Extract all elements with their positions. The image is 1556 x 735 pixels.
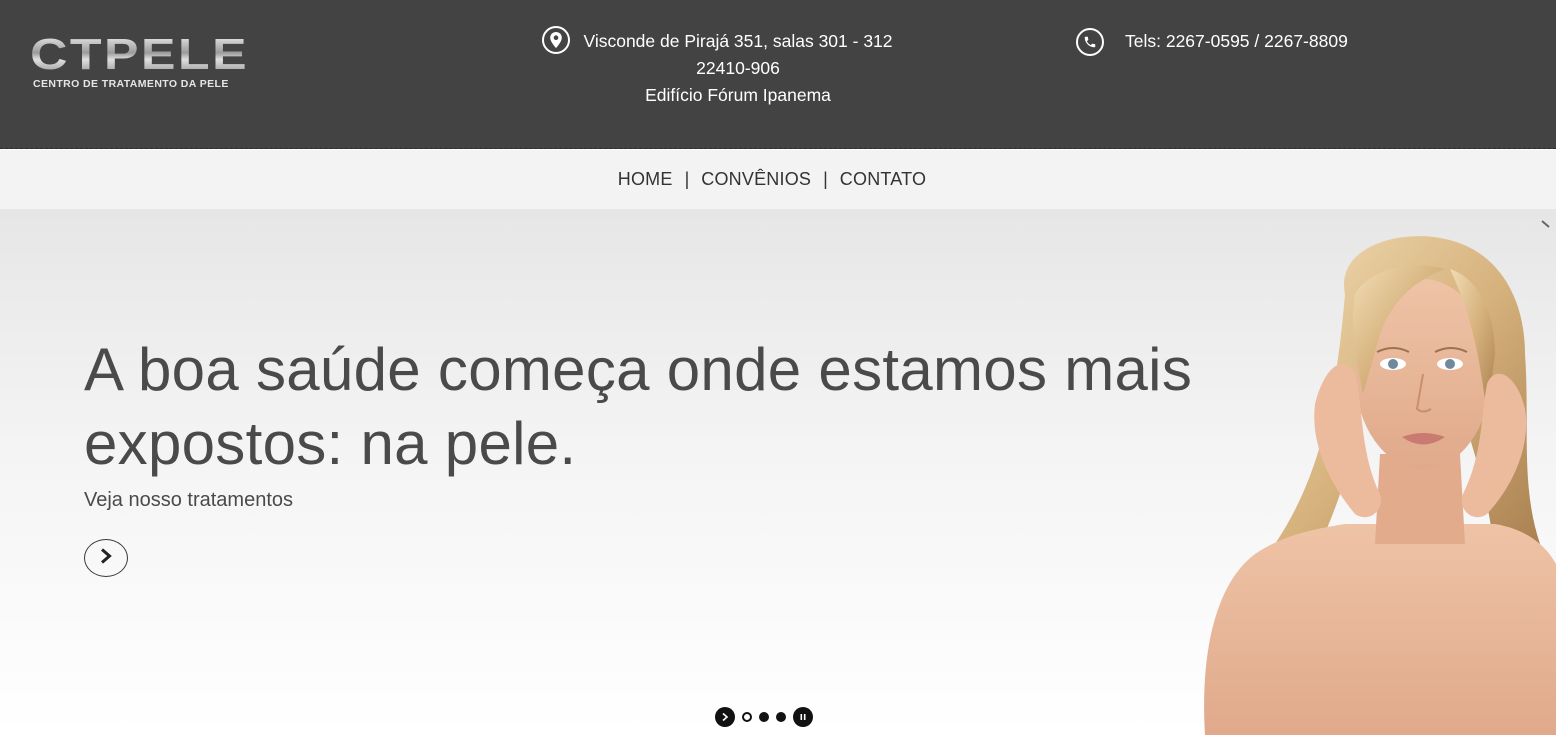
- nav-item-contato[interactable]: CONTATO: [840, 169, 926, 190]
- hero-title: A boa saúde começa onde estamos mais exp…: [84, 336, 1193, 477]
- chevron-right-icon: [99, 547, 113, 569]
- nav-item-home[interactable]: HOME: [618, 169, 673, 190]
- address-block: Visconde de Pirajá 351, salas 301 - 312 …: [575, 28, 901, 109]
- slider-dot[interactable]: [776, 712, 786, 722]
- site-logo[interactable]: CTPELE CENTRO DE TRATAMENTO DA PELE: [30, 33, 285, 93]
- hero-next-button[interactable]: [84, 539, 128, 577]
- slider-dot[interactable]: [742, 712, 752, 722]
- main-nav: HOME | CONVÊNIOS | CONTATO: [0, 150, 1556, 209]
- address-line-street: Visconde de Pirajá 351, salas 301 - 312: [583, 31, 893, 51]
- address-line-building: Edifício Fórum Ipanema: [645, 85, 831, 105]
- logo-mark: CTPELE: [30, 30, 249, 79]
- hero-subtitle: Veja nosso tratamentos: [84, 489, 294, 511]
- map-pin-icon: [542, 26, 570, 54]
- nav-item-convenios[interactable]: CONVÊNIOS: [701, 169, 811, 190]
- nav-separator: |: [684, 169, 690, 189]
- address-line-zip: 22410-906: [696, 58, 780, 78]
- play-icon[interactable]: [715, 707, 735, 727]
- hero-slider: A boa saúde começa onde estamos mais exp…: [0, 209, 1556, 735]
- phone-numbers[interactable]: Tels: 2267-0595 / 2267-8809: [1125, 30, 1348, 52]
- slider-dot[interactable]: [759, 712, 769, 722]
- hero-woman-image: [1204, 236, 1556, 735]
- nav-separator: |: [823, 169, 828, 189]
- site-header: CTPELE CENTRO DE TRATAMENTO DA PELE Visc…: [0, 0, 1556, 149]
- phone-icon: [1076, 28, 1104, 56]
- logo-subtitle: CENTRO DE TRATAMENTO DA PELE: [33, 78, 229, 90]
- pause-icon[interactable]: [793, 707, 813, 727]
- slider-controls: [715, 707, 813, 727]
